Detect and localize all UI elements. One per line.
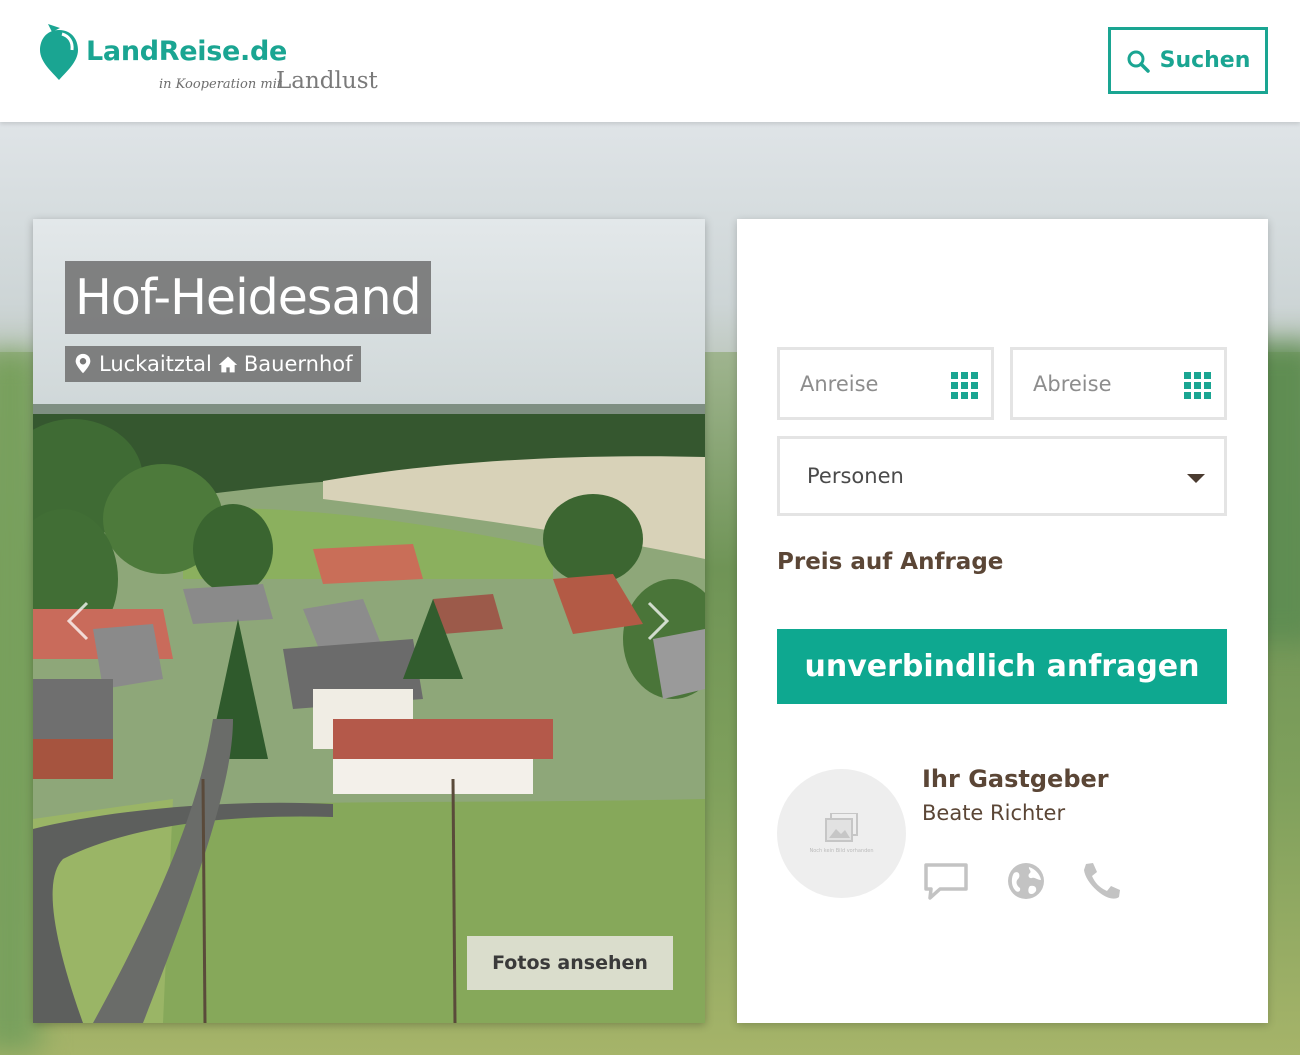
departure-date-field[interactable]: Abreise [1010, 347, 1227, 420]
site-header: LandReise.de in Kooperation mit Landlust… [0, 0, 1300, 122]
logo-text: LandReise.de [86, 36, 288, 67]
listing-title-box: Hof-Heidesand [65, 261, 431, 334]
logo-subtitle: in Kooperation mit [159, 77, 283, 92]
view-photos-button[interactable]: Fotos ansehen [467, 936, 673, 990]
host-avatar: Noch kein Bild vorhanden [777, 769, 906, 898]
arrival-placeholder: Anreise [800, 371, 879, 396]
host-name: Beate Richter [922, 801, 1066, 825]
message-icon[interactable] [923, 860, 969, 902]
arrival-date-field[interactable]: Anreise [777, 347, 994, 420]
logo-pin-icon [40, 24, 78, 80]
listing-category: Bauernhof [243, 352, 353, 376]
listing-title: Hof-Heidesand [75, 269, 422, 326]
persons-label: Personen [807, 464, 904, 488]
chevron-right-icon[interactable] [645, 599, 673, 643]
listing-meta: Luckaitztal Bauernhof [65, 346, 361, 382]
persons-select[interactable]: Personen [777, 436, 1227, 516]
search-icon [1127, 50, 1150, 73]
booking-panel: Anreise Abreise Personen Preis auf Anfra… [737, 219, 1268, 1023]
phone-icon[interactable] [1080, 860, 1126, 902]
price-text: Preis auf Anfrage [777, 549, 1004, 575]
listing-location: Luckaitztal [99, 352, 212, 376]
host-label: Ihr Gastgeber [922, 765, 1109, 793]
avatar-placeholder-text: Noch kein Bild vorhanden [809, 848, 874, 854]
site-logo[interactable]: LandReise.de in Kooperation mit Landlust [38, 24, 378, 104]
home-icon [218, 356, 238, 373]
logo-partner: Landlust [276, 68, 378, 94]
calendar-icon [1184, 372, 1211, 399]
calendar-icon [951, 372, 978, 399]
listing-photo-card[interactable]: Hof-Heidesand Luckaitztal Bauernhof Foto… [33, 219, 705, 1023]
map-pin-icon [75, 353, 91, 374]
search-button-label: Suchen [1159, 48, 1251, 73]
departure-placeholder: Abreise [1033, 371, 1112, 396]
request-button[interactable]: unverbindlich anfragen [777, 629, 1227, 704]
chevron-left-icon[interactable] [63, 599, 91, 643]
search-button[interactable]: Suchen [1108, 27, 1268, 94]
listing-photo [33, 219, 705, 1023]
globe-icon[interactable] [1005, 860, 1051, 902]
image-placeholder-icon [824, 813, 858, 842]
chevron-down-icon [1187, 474, 1205, 483]
